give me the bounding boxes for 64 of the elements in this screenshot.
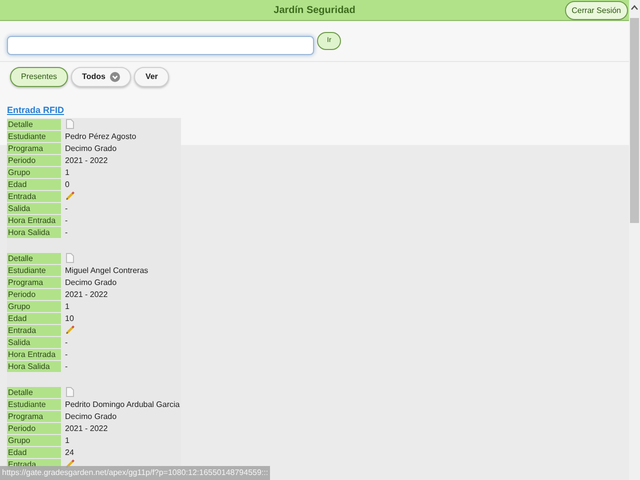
scroll-up-icon[interactable] [631,5,638,10]
field-value: - [65,336,68,348]
field-label: Grupo [7,300,61,312]
field-value: Decimo Grado [65,410,117,422]
field-value: 0 [65,178,70,190]
field-label: Programa [7,410,61,422]
field-value: Pedro Pérez Agosto [65,130,136,142]
field-label: Entrada [7,324,61,336]
field-label: Hora Entrada [7,214,61,226]
field-label: Hora Salida [7,360,61,372]
field-label: Edad [7,178,61,190]
filter-button[interactable]: Ver [134,67,169,87]
field-value: 1 [65,166,70,178]
field-value: 2021 - 2022 [65,422,108,434]
document-icon[interactable] [66,386,74,396]
field-label: Estudiante [7,130,61,142]
field-label: Hora Entrada [7,348,61,360]
search-field[interactable] [7,36,314,55]
field-value: Decimo Grado [65,276,117,288]
field-value: - [65,360,68,372]
scrollbar[interactable] [629,0,640,480]
rfid-entry-link[interactable]: Entrada RFID [7,104,64,118]
field-label: Detalle [7,252,61,264]
pencil-icon[interactable] [66,190,75,200]
field-label: Estudiante [7,264,61,276]
field-label: Edad [7,446,61,458]
field-value: Pedrito Domingo Ardubal Garcia [65,398,180,410]
field-label: Periodo [7,422,61,434]
field-value: 10 [65,312,74,324]
field-label: Programa [7,276,61,288]
field-label: Programa [7,142,61,154]
field-value: 24 [65,446,74,458]
field-value: - [65,348,68,360]
field-label: Edad [7,312,61,324]
field-value: 1 [65,300,70,312]
field-label: Salida [7,336,61,348]
pencil-icon[interactable] [66,324,75,334]
document-icon[interactable] [66,252,74,262]
field-label: Grupo [7,166,61,178]
chevron-down-icon [110,72,120,82]
field-label: Detalle [7,118,61,130]
field-label: Detalle [7,386,61,398]
filter-dropdown[interactable]: Todos [71,67,132,87]
field-label: Grupo [7,434,61,446]
field-value: - [65,202,68,214]
field-value: Decimo Grado [65,142,117,154]
field-label: Hora Salida [7,226,61,238]
field-label: Entrada [7,190,61,202]
field-value: 2021 - 2022 [65,288,108,300]
field-label: Periodo [7,288,61,300]
logout-button[interactable]: Cerrar Sesión [564,1,628,20]
scroll-thumb[interactable] [630,18,639,223]
document-icon[interactable] [66,118,74,128]
field-label: Estudiante [7,398,61,410]
field-value: 2021 - 2022 [65,154,108,166]
field-label: Salida [7,202,61,214]
status-url: https://gate.gradesgarden.net/apex/gg11p/f?p=1080:12:16550148794559::: [0,466,270,480]
app-title: Jardín Seguridad [274,4,356,18]
field-label: Periodo [7,154,61,166]
field-value: - [65,214,68,226]
filter-button[interactable]: Presentes [10,67,68,87]
field-value: - [65,226,68,238]
field-value: 1 [65,434,70,446]
field-value: Miguel Angel Contreras [65,264,148,276]
